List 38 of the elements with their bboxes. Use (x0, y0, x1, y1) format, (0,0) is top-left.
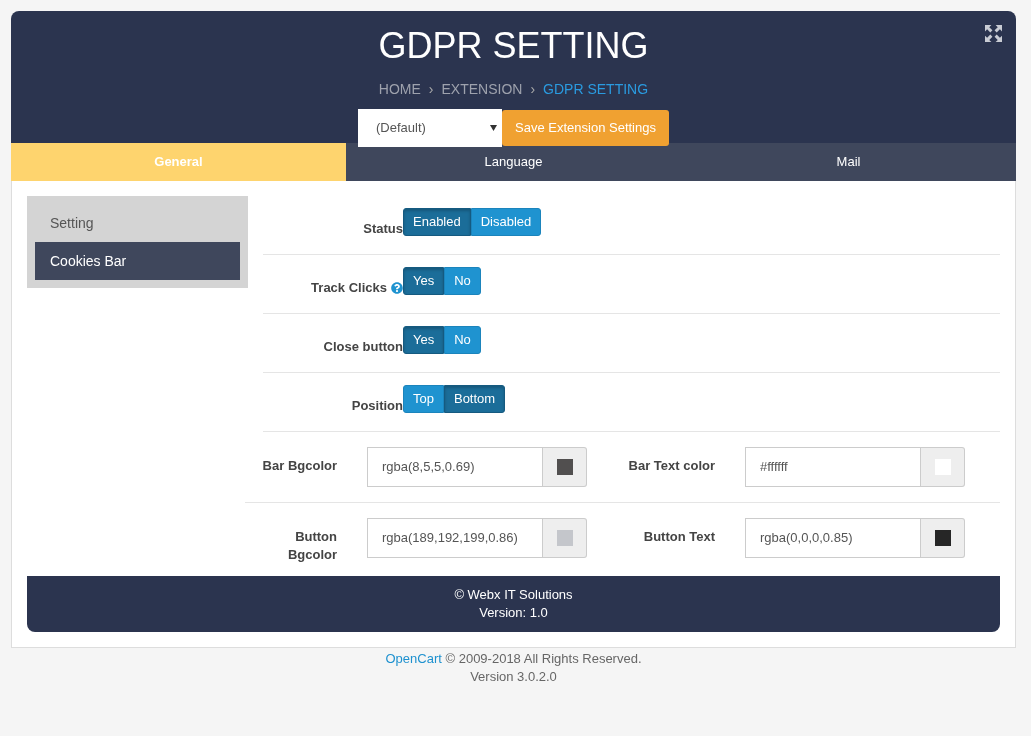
caret-icon (490, 125, 498, 131)
field-label: Button Text (643, 529, 715, 544)
toggle-option[interactable]: Enabled (403, 208, 471, 236)
footer-text: © Webx IT Solutions (454, 586, 573, 604)
breadcrumb-separator: › (428, 80, 434, 99)
copyright-text: OpenCart © 2009-2018 All Rights Reserved. (385, 650, 642, 668)
breadcrumb-link[interactable]: EXTENSION (441, 79, 523, 100)
sidebar-item[interactable]: Setting (35, 204, 240, 242)
expand-icon[interactable] (985, 25, 1002, 42)
help-icon[interactable] (391, 282, 403, 294)
footer-text: Version: 1.0 (479, 604, 548, 622)
toggle-option[interactable]: Yes (403, 326, 445, 354)
color-value: #ffffff (760, 458, 788, 477)
breadcrumb-link[interactable]: GDPR SETTING (543, 79, 649, 100)
sidebar-item[interactable]: Cookies Bar (35, 242, 240, 280)
tab[interactable]: Mail (681, 143, 1016, 181)
toggle-option[interactable]: Top (403, 385, 444, 413)
opencart-link[interactable]: OpenCart (385, 651, 442, 666)
field-label: Track Clicks (311, 279, 387, 298)
field-label: Position (351, 397, 403, 416)
page-title: GDPR SETTING (378, 26, 649, 66)
breadcrumb-link[interactable]: HOME (378, 79, 421, 100)
version-text: Version 3.0.2.0 (470, 668, 557, 686)
toggle-option[interactable]: Bottom (443, 385, 506, 413)
field-label: Close button (323, 338, 403, 357)
toggle-option[interactable]: Yes (403, 267, 445, 295)
color-value: rgba(8,5,5,0.69) (382, 458, 475, 477)
field-label: Bar Text color (628, 458, 715, 473)
field-label: Bar Bgcolor (262, 458, 337, 473)
field-label: Button Bgcolor (287, 529, 337, 562)
toggle-option[interactable]: Disabled (470, 208, 542, 236)
color-value: rgba(189,192,199,0.86) (382, 529, 518, 548)
toggle-option[interactable]: No (444, 326, 481, 354)
color-value: rgba(0,0,0,0.85) (760, 529, 853, 548)
store-select[interactable]: (Default) (358, 109, 503, 147)
field-label: Status (363, 220, 403, 239)
breadcrumb-separator: › (530, 80, 536, 99)
toggle-option[interactable]: No (444, 267, 481, 295)
